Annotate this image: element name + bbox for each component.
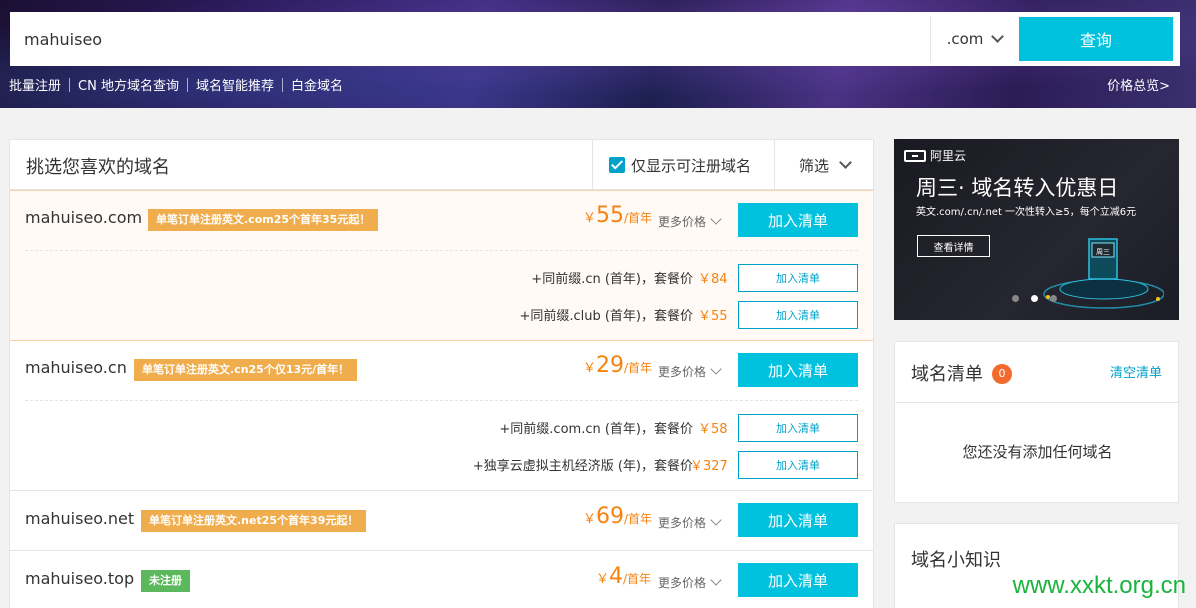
domain-cart: 域名清单 0 清空清单 您还没有添加任何域名 bbox=[894, 341, 1179, 503]
more-price-toggle[interactable]: 更多价格 bbox=[658, 363, 722, 380]
cart-count-badge: 0 bbox=[992, 364, 1012, 384]
price: ￥29/首年 bbox=[583, 353, 653, 378]
divider bbox=[281, 77, 283, 92]
promo-badge: 单笔订单注册英文.net25个首年39元起！ bbox=[141, 510, 367, 532]
sub-nav: 批量注册 CN 地方域名查询 域名智能推荐 白金域名 bbox=[9, 75, 343, 94]
chevron-down-icon bbox=[991, 30, 1005, 43]
search-bar: .com 查询 bbox=[10, 12, 1180, 66]
promo-badge: 单笔订单注册英文.cn25个仅13元/首年！ bbox=[134, 359, 358, 381]
ad-details-button[interactable]: 查看详情 bbox=[917, 235, 990, 257]
more-price-toggle[interactable]: 更多价格 bbox=[658, 213, 722, 230]
cart-title: 域名清单 bbox=[911, 364, 983, 385]
cart-empty-message: 您还没有添加任何域名 bbox=[962, 443, 1113, 461]
result-row-cn: mahuiseo.cn 单笔订单注册英文.cn25个仅13元/首年！ ￥29/首… bbox=[10, 341, 873, 491]
bundle-price: ￥84 bbox=[698, 272, 728, 287]
result-row-com: mahuiseo.com 单笔订单注册英文.com25个首年35元起！ ￥55/… bbox=[10, 190, 873, 341]
carousel-dot[interactable] bbox=[1012, 295, 1019, 302]
add-to-cart-button[interactable]: 加入清单 bbox=[738, 203, 858, 237]
bundle-label: +同前缀.com.cn (首年)，套餐价 bbox=[499, 422, 693, 437]
more-price-toggle[interactable]: 更多价格 bbox=[658, 574, 722, 591]
divider bbox=[25, 250, 858, 251]
aliyun-logo: 阿里云 bbox=[904, 147, 966, 164]
carousel-dot-active[interactable] bbox=[1031, 295, 1038, 302]
subnav-cn-local[interactable]: CN 地方域名查询 bbox=[78, 75, 179, 94]
knowledge-title: 域名小知识 bbox=[911, 550, 1001, 571]
add-to-cart-button[interactable]: 加入清单 bbox=[738, 563, 858, 597]
results-panel: 挑选您喜欢的域名 仅显示可注册域名 筛选 mahuiseo.com 单笔订单注册… bbox=[9, 139, 874, 608]
domain-name: mahuiseo.com bbox=[25, 208, 143, 227]
divider bbox=[186, 77, 188, 92]
cart-header: 域名清单 0 清空清单 bbox=[895, 342, 1178, 403]
add-bundle-button[interactable]: 加入清单 bbox=[738, 451, 858, 479]
price: ￥55/首年 bbox=[583, 203, 653, 228]
chevron-down-icon bbox=[710, 213, 722, 225]
aliyun-logo-icon bbox=[904, 149, 926, 162]
add-to-cart-button[interactable]: 加入清单 bbox=[738, 353, 858, 387]
clear-cart-link[interactable]: 清空清单 bbox=[1110, 362, 1162, 381]
ad-title: 周三· 域名转入优惠日 bbox=[916, 176, 1119, 200]
chevron-down-icon bbox=[710, 574, 722, 586]
carousel-dot[interactable] bbox=[1050, 295, 1057, 302]
domain-name: mahuiseo.cn bbox=[25, 358, 127, 377]
tld-select-value: .com bbox=[946, 30, 984, 48]
result-row-top: mahuiseo.top 未注册 ￥4/首年 更多价格 加入清单 bbox=[10, 551, 873, 608]
add-bundle-button[interactable]: 加入清单 bbox=[738, 414, 858, 442]
subnav-smart-recommend[interactable]: 域名智能推荐 bbox=[196, 75, 274, 94]
bundle-label: +同前缀.cn (首年)，套餐价 bbox=[531, 272, 693, 287]
search-input[interactable] bbox=[24, 12, 914, 66]
chevron-down-icon bbox=[710, 514, 722, 526]
divider bbox=[25, 400, 858, 401]
carousel-dots bbox=[1012, 295, 1057, 302]
filter-label: 筛选 bbox=[798, 156, 829, 175]
checkbox-checked-icon[interactable] bbox=[609, 157, 625, 173]
results-header: 挑选您喜欢的域名 仅显示可注册域名 筛选 bbox=[10, 140, 873, 190]
add-to-cart-button[interactable]: 加入清单 bbox=[738, 503, 858, 537]
bundle-label: +同前缀.club (首年)，套餐价 bbox=[519, 309, 693, 324]
search-button[interactable]: 查询 bbox=[1019, 17, 1173, 61]
subnav-bulk-register[interactable]: 批量注册 bbox=[9, 75, 61, 94]
promo-badge: 单笔订单注册英文.com25个首年35元起！ bbox=[148, 209, 379, 231]
more-price-toggle[interactable]: 更多价格 bbox=[658, 514, 722, 531]
status-badge: 未注册 bbox=[141, 570, 190, 592]
result-row-net: mahuiseo.net 单笔订单注册英文.net25个首年39元起！ ￥69/… bbox=[10, 491, 873, 551]
tld-select[interactable]: .com bbox=[930, 16, 1018, 62]
divider bbox=[69, 77, 71, 92]
bundle-price: ￥58 bbox=[698, 422, 728, 437]
promo-carousel[interactable]: 阿里云 周三· 域名转入优惠日 英文.com/.cn/.net 一次性转入≥5，… bbox=[894, 139, 1179, 320]
panel-title: 挑选您喜欢的域名 bbox=[26, 157, 170, 178]
price: ￥69/首年 bbox=[583, 504, 653, 529]
only-available-label: 仅显示可注册域名 bbox=[631, 156, 752, 175]
price: ￥4/首年 bbox=[596, 564, 652, 589]
add-bundle-button[interactable]: 加入清单 bbox=[738, 301, 858, 329]
bundle-price: ￥55 bbox=[698, 309, 728, 324]
filter-dropdown[interactable]: 筛选 bbox=[774, 140, 874, 190]
domain-name: mahuiseo.net bbox=[25, 509, 135, 528]
bundle-price: ￥327 bbox=[690, 459, 728, 474]
bundle-label: +独享云虚拟主机经济版 (年)，套餐价 bbox=[472, 459, 693, 474]
chevron-down-icon bbox=[710, 363, 722, 375]
svg-text:周三: 周三 bbox=[1096, 248, 1110, 256]
chevron-down-icon bbox=[839, 156, 852, 169]
add-bundle-button[interactable]: 加入清单 bbox=[738, 264, 858, 292]
subnav-platinum[interactable]: 白金域名 bbox=[291, 75, 343, 94]
ad-subtitle: 英文.com/.cn/.net 一次性转入≥5，每个立减6元 bbox=[916, 207, 1137, 218]
price-overview-link[interactable]: 价格总览> bbox=[1107, 75, 1170, 94]
domain-name: mahuiseo.top bbox=[25, 569, 135, 588]
only-available-toggle[interactable]: 仅显示可注册域名 bbox=[592, 140, 774, 190]
watermark: www.xxkt.org.cn bbox=[1012, 572, 1186, 599]
